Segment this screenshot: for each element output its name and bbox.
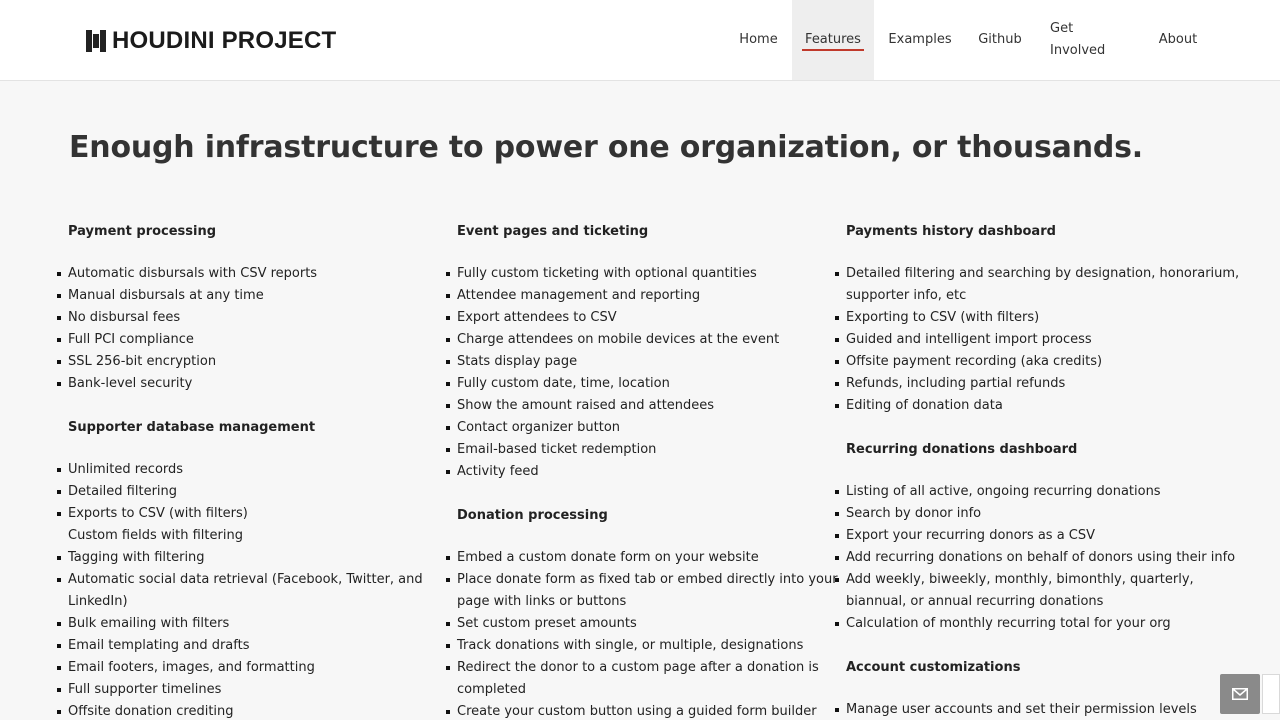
feature-item: Activity feed (446, 461, 539, 483)
feature-item: Detailed filtering (57, 481, 177, 503)
nav-label: Home (739, 32, 778, 47)
feature-item: Editing of donation data (835, 395, 1003, 417)
feature-item: Stats display page (446, 351, 577, 373)
section-title-payment-processing: Payment processing (68, 224, 217, 239)
nav-get-involved[interactable]: Get Involved (1047, 0, 1132, 80)
nav-label: About (1158, 32, 1198, 47)
side-panel-tab[interactable] (1262, 674, 1280, 714)
feature-item: Export attendees to CSV (446, 307, 617, 329)
feature-item-continued: completed (457, 682, 526, 697)
feature-item: Automatic disbursals with CSV reports (57, 263, 317, 285)
feature-item: Full PCI compliance (57, 329, 194, 351)
section-title-account-customizations: Account customizations (846, 660, 1021, 675)
feature-item: No disbursal fees (57, 307, 180, 329)
feature-item: Fully custom ticketing with optional qua… (446, 263, 757, 285)
feature-item: Custom fields with filtering (68, 528, 243, 543)
feature-item: Email-based ticket redemption (446, 439, 656, 461)
top-navbar: HOUDINI PROJECT Home Features Examples G… (0, 0, 1280, 81)
feature-item: Email templating and drafts (57, 635, 250, 657)
nav-features[interactable]: Features (792, 0, 874, 80)
nav-home[interactable]: Home (736, 0, 781, 80)
feature-item: Exporting to CSV (with filters) (835, 307, 1039, 329)
brand-name: HOUDINI PROJECT (112, 27, 337, 54)
feature-item: Attendee management and reporting (446, 285, 700, 307)
feature-item: Bulk emailing with filters (57, 613, 229, 635)
feature-item: Manage user accounts and set their permi… (835, 699, 1197, 720)
feature-item: Bank-level security (57, 373, 192, 395)
nav-label: Examples (888, 32, 952, 47)
feature-item: Embed a custom donate form on your websi… (446, 547, 759, 569)
feature-item: Listing of all active, ongoing recurring… (835, 481, 1161, 503)
section-title-payments-history: Payments history dashboard (846, 224, 1056, 239)
feature-item: Place donate form as fixed tab or embed … (446, 569, 838, 591)
nav-label: Features (802, 30, 864, 51)
houdini-logo-icon (86, 29, 106, 52)
feature-item: Calculation of monthly recurring total f… (835, 613, 1171, 635)
feature-item: Guided and intelligent import process (835, 329, 1092, 351)
nav-label: Github (978, 32, 1022, 47)
feature-item: Offsite donation crediting (57, 701, 234, 720)
feature-item: Tagging with filtering (57, 547, 205, 569)
nav-label: Get Involved (1050, 21, 1106, 58)
feature-item: SSL 256-bit encryption (57, 351, 216, 373)
feature-item: Fully custom date, time, location (446, 373, 670, 395)
feature-item: Set custom preset amounts (446, 613, 637, 635)
feature-item: Show the amount raised and attendees (446, 395, 714, 417)
feature-item: Email footers, images, and formatting (57, 657, 315, 679)
feature-item-continued: biannual, or annual recurring donations (846, 594, 1104, 609)
feature-item: Detailed filtering and searching by desi… (835, 263, 1239, 285)
feature-item: Search by donor info (835, 503, 981, 525)
brand-logo[interactable]: HOUDINI PROJECT (86, 28, 336, 53)
feature-item-continued: LinkedIn) (68, 594, 128, 609)
nav-examples[interactable]: Examples (887, 0, 953, 80)
page-headline: Enough infrastructure to power one organ… (69, 130, 1143, 165)
feature-item: Charge attendees on mobile devices at th… (446, 329, 779, 351)
feature-item: Export your recurring donors as a CSV (835, 525, 1095, 547)
feature-item: Manual disbursals at any time (57, 285, 264, 307)
feature-item: Track donations with single, or multiple… (446, 635, 803, 657)
section-title-donation-processing: Donation processing (457, 508, 608, 523)
mail-icon (1232, 688, 1248, 700)
section-title-recurring-donations: Recurring donations dashboard (846, 442, 1078, 457)
feature-item: Full supporter timelines (57, 679, 221, 701)
feature-item: Exports to CSV (with filters) (57, 503, 248, 525)
feature-item-continued: page with links or buttons (457, 594, 627, 609)
feature-item: Add recurring donations on behalf of don… (835, 547, 1235, 569)
feature-item: Refunds, including partial refunds (835, 373, 1065, 395)
section-title-event-pages: Event pages and ticketing (457, 224, 649, 239)
nav-github[interactable]: Github (975, 0, 1025, 80)
feature-item: Redirect the donor to a custom page afte… (446, 657, 819, 679)
nav-about[interactable]: About (1154, 0, 1202, 80)
section-title-supporter-database: Supporter database management (68, 420, 316, 435)
feature-item: Contact organizer button (446, 417, 620, 439)
feature-item: Add weekly, biweekly, monthly, bimonthly… (835, 569, 1194, 591)
feature-item: Create your custom button using a guided… (446, 701, 817, 720)
feature-item: Offsite payment recording (aka credits) (835, 351, 1102, 373)
feature-item-continued: supporter info, etc (846, 288, 967, 303)
contact-support-button[interactable] (1220, 674, 1260, 714)
feature-item: Automatic social data retrieval (Faceboo… (57, 569, 423, 591)
feature-item: Unlimited records (57, 459, 183, 481)
